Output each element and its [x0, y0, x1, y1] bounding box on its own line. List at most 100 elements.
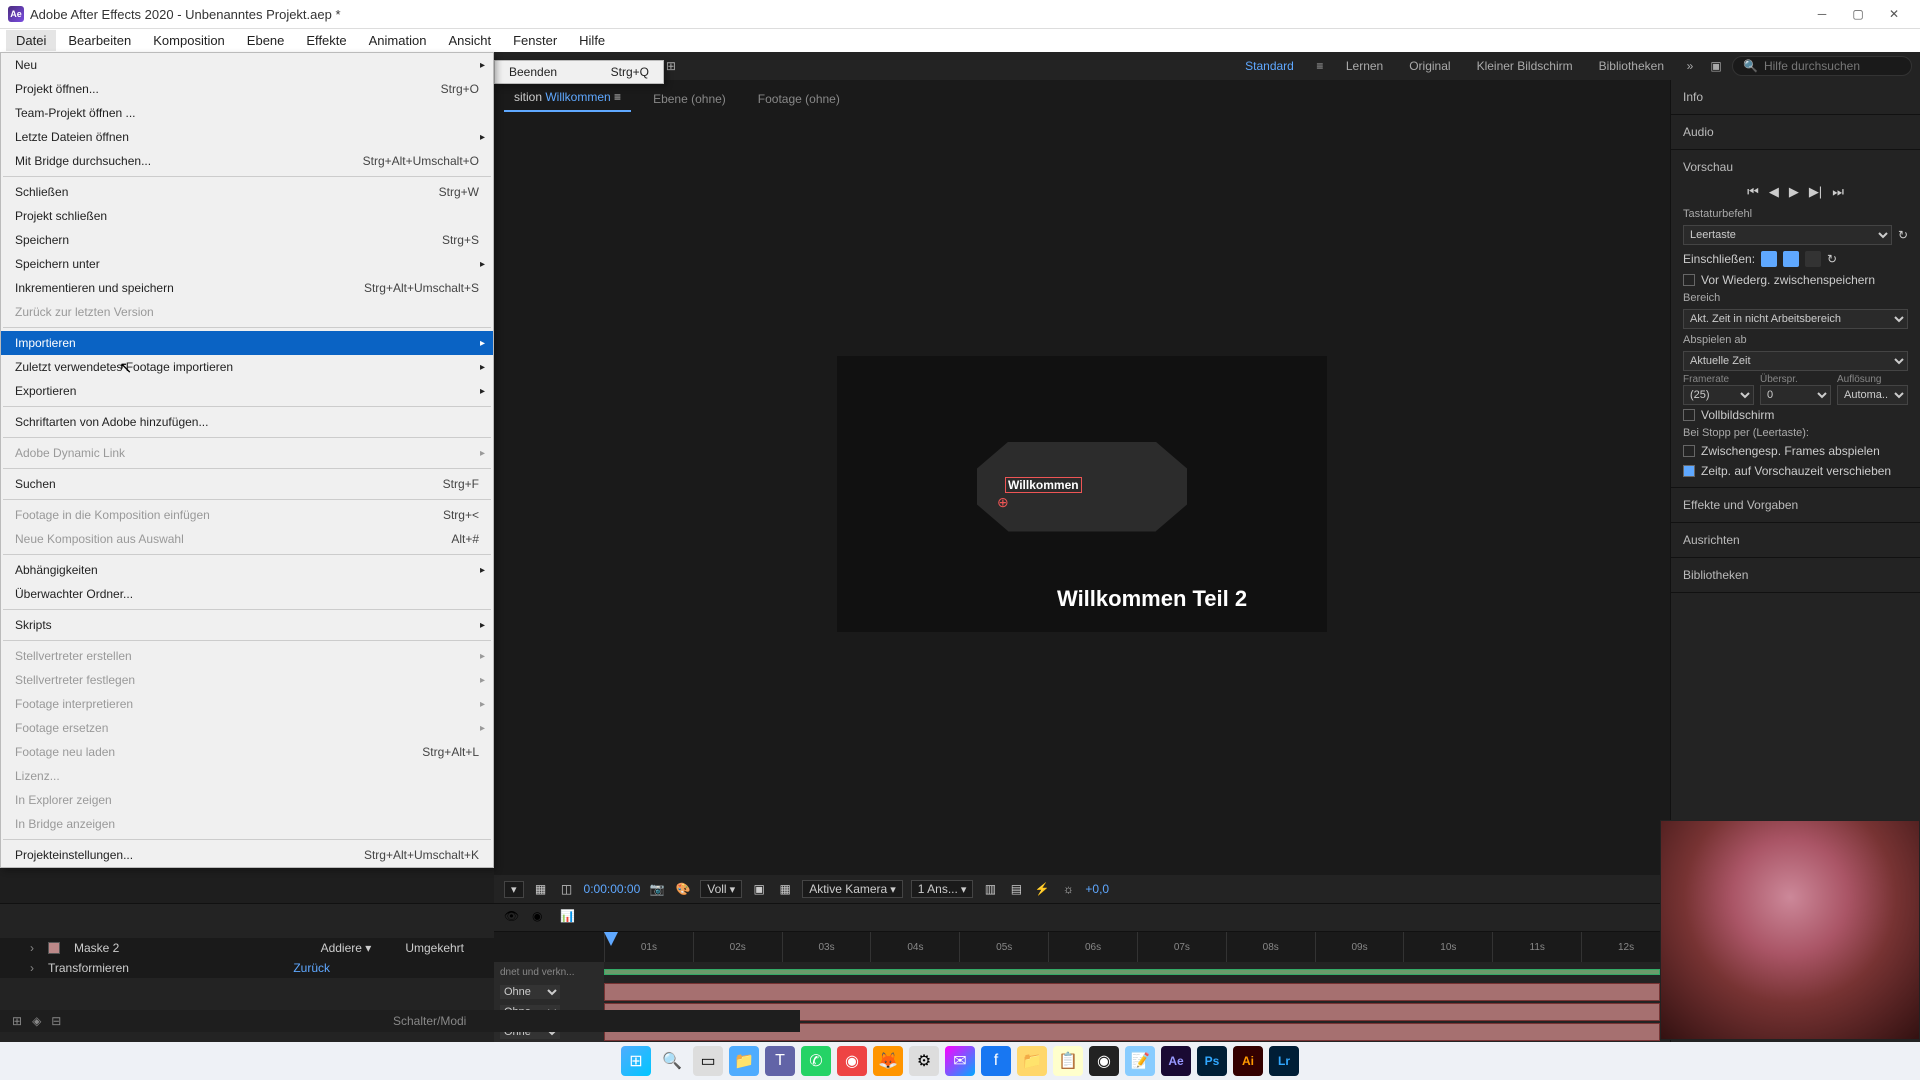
include-audio-icon[interactable] [1783, 251, 1799, 267]
tab-menu-icon[interactable]: ≡ [614, 90, 621, 104]
mask-color-swatch[interactable] [48, 942, 60, 954]
camera-dropdown[interactable]: Aktive Kamera ▾ [802, 880, 903, 898]
menu-item-neu[interactable]: Neu▸ [1, 53, 493, 77]
panel-preview[interactable]: Vorschau [1683, 156, 1908, 178]
include-video-icon[interactable] [1761, 251, 1777, 267]
lightroom-icon[interactable]: Lr [1269, 1046, 1299, 1076]
menu-hilfe[interactable]: Hilfe [569, 30, 615, 51]
menu-bearbeiten[interactable]: Bearbeiten [58, 30, 141, 51]
menu-item-schlie-en[interactable]: SchließenStrg+W [1, 180, 493, 204]
whatsapp-icon[interactable]: ✆ [801, 1046, 831, 1076]
facebook-icon[interactable]: f [981, 1046, 1011, 1076]
obs-icon[interactable]: ◉ [1089, 1046, 1119, 1076]
footer-icon[interactable]: ⊟ [51, 1014, 61, 1028]
workspace-standard[interactable]: Standard [1235, 56, 1304, 76]
fast-preview-icon[interactable]: ⚡ [1033, 880, 1051, 898]
tab-composition[interactable]: sition Willkommen ≡ [504, 84, 631, 112]
last-frame-button[interactable]: ⏭ [1832, 184, 1844, 200]
menu-item-importieren[interactable]: Importieren▸ [1, 331, 493, 355]
track-mode-select[interactable]: Ohne [500, 985, 560, 999]
resolution-select[interactable]: Automa... [1837, 385, 1908, 405]
text-layer-1[interactable]: Willkommen [1005, 468, 1082, 496]
track-row[interactable]: dnet und verkn... [494, 962, 1670, 982]
workspace-overflow-icon[interactable]: » [1680, 56, 1700, 76]
after-effects-icon[interactable]: Ae [1161, 1046, 1191, 1076]
menu-item-speichern[interactable]: SpeichernStrg+S [1, 228, 493, 252]
mask-name[interactable]: Maske 2 [74, 941, 119, 955]
playfrom-select[interactable]: Aktuelle Zeit [1683, 351, 1908, 371]
transform-row[interactable]: › Transformieren Zurück [0, 958, 494, 978]
menu-ebene[interactable]: Ebene [237, 30, 295, 51]
menu-item-berwachter-ordner[interactable]: Überwachter Ordner... [1, 582, 493, 606]
work-area-bar[interactable] [604, 969, 1660, 975]
transparency-icon[interactable]: ▦ [776, 880, 794, 898]
close-button[interactable]: ✕ [1876, 3, 1912, 25]
minimize-button[interactable]: ─ [1804, 3, 1840, 25]
preview-viewport[interactable]: Willkommen ⊕ Willkommen Teil 2 [494, 112, 1670, 875]
layer-bar[interactable] [604, 983, 1660, 1001]
playcached-checkbox[interactable] [1683, 445, 1695, 457]
menu-item-schriftarten-von-adobe-hinzuf-gen[interactable]: Schriftarten von Adobe hinzufügen... [1, 410, 493, 434]
messenger-icon[interactable]: ✉ [945, 1046, 975, 1076]
footer-icon[interactable]: ◈ [32, 1014, 41, 1028]
first-frame-button[interactable]: ⏮ [1747, 184, 1759, 200]
pixel-aspect-icon[interactable]: ▤ [1007, 880, 1025, 898]
menu-fenster[interactable]: Fenster [503, 30, 567, 51]
menu-effekte[interactable]: Effekte [296, 30, 356, 51]
task-view-icon[interactable]: ▭ [693, 1046, 723, 1076]
menu-item-team-projekt-ffnen[interactable]: Team-Projekt öffnen ... [1, 101, 493, 125]
graph-editor-icon[interactable]: 📊 [560, 909, 578, 927]
explorer-icon[interactable]: 📁 [729, 1046, 759, 1076]
anchor-point-icon[interactable]: ⊕ [997, 494, 1009, 511]
fullscreen-checkbox[interactable] [1683, 409, 1695, 421]
help-search[interactable]: 🔍 Hilfe durchsuchen [1732, 56, 1912, 76]
workspace-lernen[interactable]: Lernen [1336, 56, 1393, 76]
menu-ansicht[interactable]: Ansicht [438, 30, 501, 51]
cache-checkbox[interactable] [1683, 274, 1695, 286]
tree-expand-icon[interactable]: › [30, 941, 34, 955]
include-overlays-icon[interactable] [1805, 251, 1821, 267]
menu-item-zuletzt-verwendetes-footage-importieren[interactable]: Zuletzt verwendetes Footage importieren▸ [1, 355, 493, 379]
view-option-icon[interactable]: ▥ [981, 880, 999, 898]
track-row[interactable]: Ohne [494, 982, 1670, 1002]
snapshot-icon[interactable]: 📷 [648, 880, 666, 898]
menu-animation[interactable]: Animation [359, 30, 437, 51]
text-layer-2[interactable]: Willkommen Teil 2 [1057, 586, 1247, 612]
grid-icon[interactable]: ▦ [532, 880, 550, 898]
channel-icon[interactable]: 🎨 [674, 880, 692, 898]
prev-frame-button[interactable]: ◀ [1769, 184, 1779, 200]
mask-mode[interactable]: Addiere ▾ [321, 941, 372, 955]
tab-layer[interactable]: Ebene (ohne) [643, 86, 736, 112]
zoom-dropdown[interactable]: ▾ [504, 881, 524, 898]
reset-icon[interactable]: ↻ [1827, 252, 1837, 266]
transform-reset-link[interactable]: Zurück [293, 961, 330, 975]
views-dropdown[interactable]: 1 Ans... ▾ [911, 880, 974, 898]
next-frame-button[interactable]: ▶| [1809, 184, 1822, 200]
panel-audio[interactable]: Audio [1683, 121, 1908, 143]
menu-item-skripts[interactable]: Skripts▸ [1, 613, 493, 637]
maximize-button[interactable]: ▢ [1840, 3, 1876, 25]
photoshop-icon[interactable]: Ps [1197, 1046, 1227, 1076]
menu-datei[interactable]: Datei [6, 30, 56, 51]
teams-icon[interactable]: T [765, 1046, 795, 1076]
workspace-original[interactable]: Original [1399, 56, 1460, 76]
tab-footage[interactable]: Footage (ohne) [748, 86, 850, 112]
mask-row[interactable]: › Maske 2 Addiere ▾ Umgekehrt [0, 938, 494, 958]
illustrator-icon[interactable]: Ai [1233, 1046, 1263, 1076]
exposure-icon[interactable]: ☼ [1059, 880, 1077, 898]
taskbar-search-icon[interactable]: 🔍 [657, 1046, 687, 1076]
timeline-ruler[interactable]: 01s 02s 03s 04s 05s 06s 07s 08s 09s 10s … [494, 932, 1670, 962]
loop-icon[interactable]: ↻ [1898, 228, 1908, 242]
mask-toggle-icon[interactable]: ◫ [558, 880, 576, 898]
resolution-dropdown[interactable]: Voll ▾ [700, 880, 742, 898]
quit-item[interactable]: Beenden Strg+Q [495, 61, 663, 83]
movetime-checkbox[interactable] [1683, 465, 1695, 477]
menu-item-projekt-ffnen[interactable]: Projekt öffnen...Strg+O [1, 77, 493, 101]
switches-modes-toggle[interactable]: Schalter/Modi [71, 1014, 788, 1028]
tree-expand-icon[interactable]: › [30, 961, 34, 975]
start-button[interactable]: ⊞ [621, 1046, 651, 1076]
menu-item-letzte-dateien-ffnen[interactable]: Letzte Dateien öffnen▸ [1, 125, 493, 149]
app-icon[interactable]: 📋 [1053, 1046, 1083, 1076]
menu-item-projekt-schlie-en[interactable]: Projekt schließen [1, 204, 493, 228]
folder-icon[interactable]: 📁 [1017, 1046, 1047, 1076]
